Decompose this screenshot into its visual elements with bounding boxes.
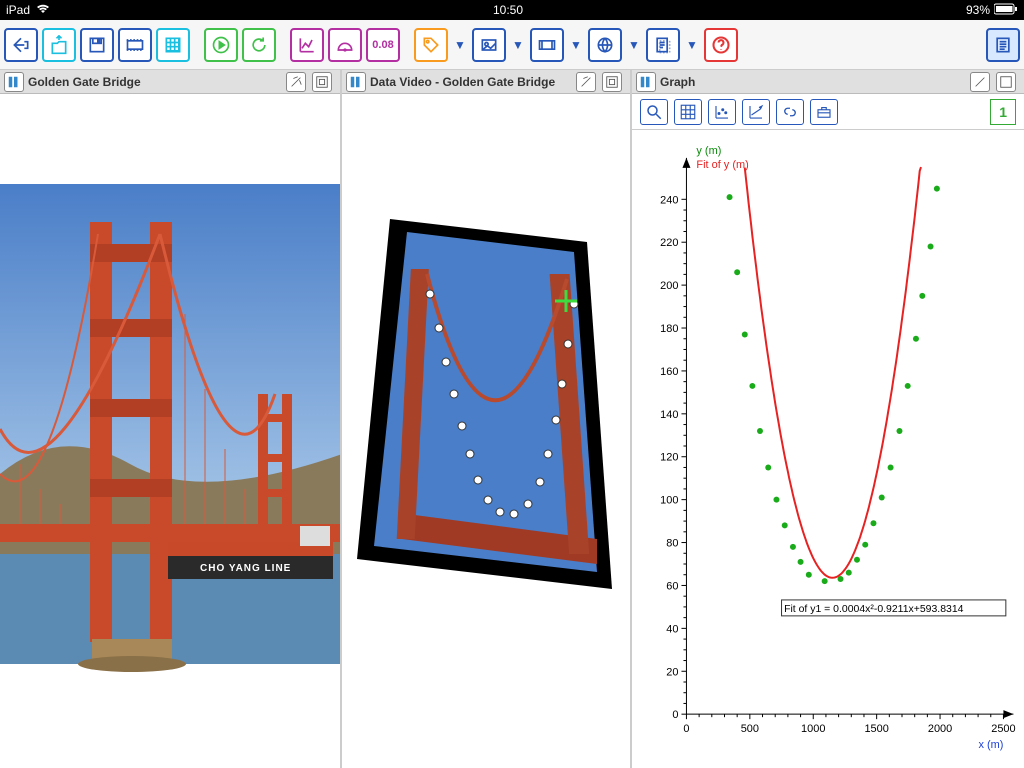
- svg-text:180: 180: [660, 323, 678, 335]
- panel2-settings-icon[interactable]: [576, 72, 596, 92]
- svg-text:80: 80: [666, 538, 678, 550]
- svg-text:0: 0: [672, 709, 678, 721]
- svg-text:y (m): y (m): [696, 145, 721, 157]
- panel-handle-icon[interactable]: [4, 72, 24, 92]
- panel3-maximize-icon[interactable]: [996, 72, 1016, 92]
- panel2-title: Data Video - Golden Gate Bridge: [370, 75, 576, 89]
- svg-text:Fit of y (m): Fit of y (m): [696, 159, 748, 171]
- play-button[interactable]: [204, 28, 238, 62]
- ship-label: CHO YANG LINE: [200, 563, 291, 574]
- panel1-maximize-icon[interactable]: [312, 72, 332, 92]
- clock: 10:50: [50, 3, 966, 17]
- battery-pct: 93%: [966, 3, 990, 17]
- notes-panel-button[interactable]: [986, 28, 1020, 62]
- svg-text:140: 140: [660, 409, 678, 421]
- panel2-body[interactable]: [342, 94, 630, 768]
- status-bar: iPad 10:50 93%: [0, 0, 1024, 20]
- picture-button[interactable]: [472, 28, 506, 62]
- link-tool-icon[interactable]: [776, 99, 804, 125]
- table-button[interactable]: [156, 28, 190, 62]
- panel1-title: Golden Gate Bridge: [28, 75, 286, 89]
- zoom-tool-icon[interactable]: [640, 99, 668, 125]
- svg-text:2000: 2000: [928, 723, 952, 735]
- svg-text:60: 60: [666, 580, 678, 592]
- device-label: iPad: [6, 3, 30, 17]
- svg-text:240: 240: [660, 194, 678, 206]
- video-button[interactable]: [530, 28, 564, 62]
- svg-text:1000: 1000: [801, 723, 825, 735]
- svg-text:0: 0: [683, 723, 689, 735]
- panel2-handle-icon[interactable]: [346, 72, 366, 92]
- panel-image: Golden Gate Bridge: [0, 70, 342, 768]
- svg-text:220: 220: [660, 237, 678, 249]
- svg-text:1500: 1500: [864, 723, 888, 735]
- workspace: Golden Gate Bridge: [0, 70, 1024, 768]
- tag-button[interactable]: [414, 28, 448, 62]
- video-dropdown[interactable]: ▼: [568, 38, 584, 52]
- picture-dropdown[interactable]: ▼: [510, 38, 526, 52]
- open-button[interactable]: [42, 28, 76, 62]
- wifi-icon: [36, 3, 50, 18]
- panel-datavideo: Data Video - Golden Gate Bridge: [342, 70, 632, 768]
- gauge-button[interactable]: [328, 28, 362, 62]
- main-toolbar: 0.08 ▼ ▼ ▼ ▼ ▼: [0, 20, 1024, 70]
- web-button[interactable]: [588, 28, 622, 62]
- reload-button[interactable]: [242, 28, 276, 62]
- panel3-handle-icon[interactable]: [636, 72, 656, 92]
- panel3-title: Graph: [660, 75, 970, 89]
- tag-dropdown[interactable]: ▼: [452, 38, 468, 52]
- grid-tool-icon[interactable]: [674, 99, 702, 125]
- help-button[interactable]: [704, 28, 738, 62]
- graph-id-badge: 1: [990, 99, 1016, 125]
- back-button[interactable]: [4, 28, 38, 62]
- web-dropdown[interactable]: ▼: [626, 38, 642, 52]
- annotate-tool-icon[interactable]: [742, 99, 770, 125]
- panel3-settings-icon[interactable]: [970, 72, 990, 92]
- battery-icon: [994, 3, 1018, 18]
- panel-graph: Graph 1 0 20 40 60 80 100 120 140 160 180 200 220 24…: [632, 70, 1024, 768]
- chart-line-button[interactable]: [290, 28, 324, 62]
- svg-text:120: 120: [660, 452, 678, 464]
- svg-text:100: 100: [660, 495, 678, 507]
- svg-text:200: 200: [660, 280, 678, 292]
- panel3-body: 1 0 20 40 60 80 100 120 140 160 180 200 220 240 0 500 1…: [632, 94, 1024, 768]
- svg-text:40: 40: [666, 623, 678, 635]
- panel1-body[interactable]: CHO YANG LINE: [0, 94, 340, 768]
- notes-button[interactable]: [646, 28, 680, 62]
- panel1-settings-icon[interactable]: [286, 72, 306, 92]
- svg-text:2500: 2500: [991, 723, 1015, 735]
- svg-text:x (m): x (m): [978, 739, 1003, 751]
- toolbox-tool-icon[interactable]: [810, 99, 838, 125]
- film-button[interactable]: [118, 28, 152, 62]
- svg-text:Fit of y1 = 0.0004x²-0.9211x+: Fit of y1 = 0.0004x²-0.9211x+593.8314: [784, 604, 964, 615]
- scatter-tool-icon[interactable]: [708, 99, 736, 125]
- panel2-maximize-icon[interactable]: [602, 72, 622, 92]
- save-button[interactable]: [80, 28, 114, 62]
- notes-dropdown[interactable]: ▼: [684, 38, 700, 52]
- svg-text:20: 20: [666, 666, 678, 678]
- svg-text:160: 160: [660, 366, 678, 378]
- svg-text:500: 500: [741, 723, 759, 735]
- chart-canvas[interactable]: 0 20 40 60 80 100 120 140 160 180 200 220 240 0 500 100…: [632, 130, 1024, 768]
- number-display-button[interactable]: 0.08: [366, 28, 400, 62]
- graph-toolbar: 1: [632, 94, 1024, 130]
